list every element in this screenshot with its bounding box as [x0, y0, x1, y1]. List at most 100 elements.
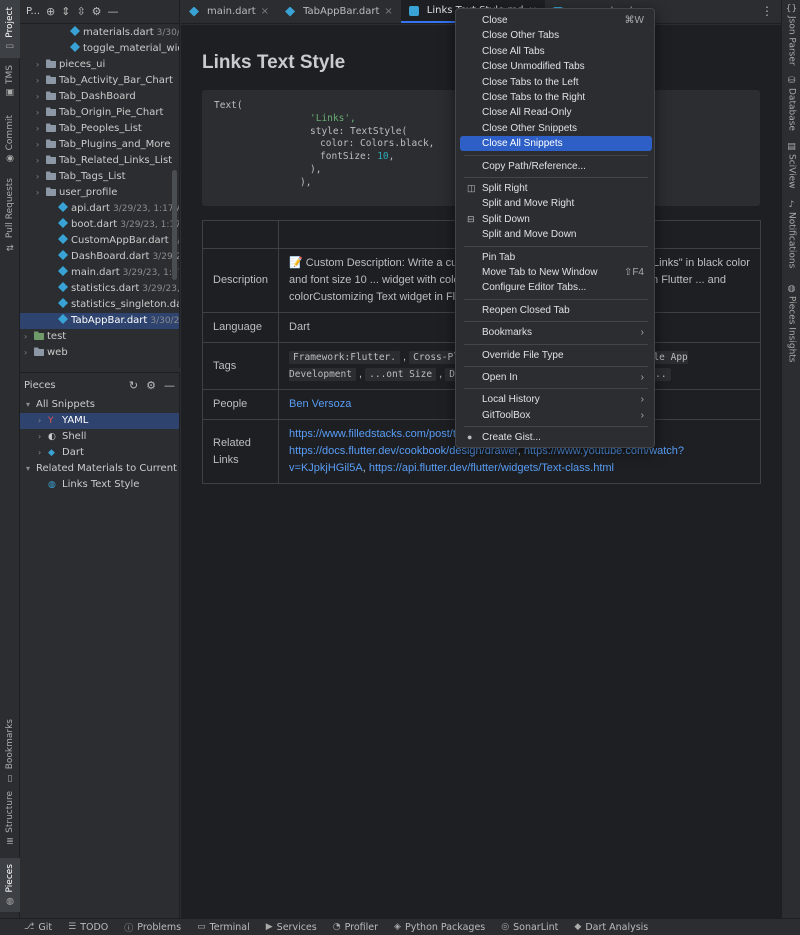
- tab-main-dart[interactable]: main.dart ×: [181, 0, 277, 23]
- tree-folder[interactable]: › Tab_Activity_Bar_Chart: [36, 73, 173, 89]
- tree-file[interactable]: boot.dart3/29/23, 1:17 A: [48, 217, 179, 233]
- tree-folder[interactable]: › pieces_ui: [36, 57, 105, 73]
- tree-folder[interactable]: › Tab_DashBoard: [36, 89, 136, 105]
- menu-item-close-all-snippets[interactable]: Close All Snippets: [460, 136, 652, 152]
- collapse-all-icon[interactable]: ⇳: [76, 5, 85, 18]
- toolwindow-tab-tms[interactable]: ▣ TMS: [0, 60, 20, 102]
- menu-item-open-in[interactable]: Open In ›: [460, 370, 652, 385]
- chevron-right-icon: ›: [36, 140, 40, 149]
- tree-file[interactable]: main.dart3/29/23, 1:17 A: [48, 265, 179, 281]
- people-link[interactable]: Ben Versoza: [289, 398, 351, 410]
- target-icon[interactable]: ⊕: [46, 5, 55, 18]
- toolwindow-button-label: Services: [276, 921, 317, 933]
- refresh-icon[interactable]: ↻: [129, 379, 138, 392]
- tree-file[interactable]: TabAppBar.dart3/30/23: [48, 313, 179, 329]
- gear-icon[interactable]: ⚙: [146, 379, 156, 392]
- tree-folder[interactable]: › Tab_Origin_Pie_Chart: [36, 105, 163, 121]
- problems-icon: ⓘ: [124, 923, 134, 934]
- tab-tabappbar-dart[interactable]: TabAppBar.dart ×: [277, 0, 401, 23]
- menu-item-copy-path-reference[interactable]: Copy Path/Reference...: [460, 159, 652, 174]
- tree-folder[interactable]: › Tab_Plugins_and_More: [36, 137, 170, 153]
- toolwindow-tab-pull-requests[interactable]: ⇄ Pull Requests: [0, 172, 20, 258]
- pieces-tree-item[interactable]: › Y YAML: [38, 413, 88, 429]
- menu-item-close-tabs-to-the-right[interactable]: Close Tabs to the Right: [460, 90, 652, 105]
- code-line: ),: [300, 176, 312, 188]
- toolwindow-button-terminal[interactable]: ▭ Terminal: [197, 922, 250, 933]
- menu-item-close-all-read-only[interactable]: Close All Read-Only: [460, 105, 652, 120]
- tree-folder[interactable]: › Tab_Peoples_List: [36, 121, 142, 137]
- menu-item-split-right[interactable]: ◫ Split Right: [460, 181, 652, 196]
- tree-file[interactable]: api.dart3/29/23, 1:17 AM: [48, 201, 179, 217]
- toolwindow-button-python-packages[interactable]: ◈ Python Packages: [394, 922, 485, 933]
- tree-file[interactable]: toggle_material_widget: [60, 41, 179, 57]
- chevron-right-icon: ›: [640, 409, 644, 421]
- tree-file[interactable]: statistics.dart 3/29/23,: [48, 281, 179, 297]
- pieces-tree-item[interactable]: › ◆ Dart: [38, 445, 84, 461]
- tree-file[interactable]: CustomAppBar.dart3/30: [48, 233, 179, 249]
- menu-item-create-gist[interactable]: ● Create Gist...: [460, 430, 652, 445]
- more-options-icon[interactable]: ⋮: [761, 4, 773, 18]
- toolwindow-tab-pieces-insights[interactable]: ◍ Pieces Insights: [782, 284, 800, 363]
- tree-folder[interactable]: › Tab_Tags_List: [36, 169, 126, 185]
- toolwindow-button-services[interactable]: ▶ Services: [266, 922, 317, 933]
- chevron-right-icon: ›: [640, 372, 644, 383]
- tree-file[interactable]: materials.dart3/30/23,: [60, 25, 179, 41]
- menu-item-split-and-move-right[interactable]: Split and Move Right: [460, 196, 652, 211]
- menu-item-close-tabs-to-the-left[interactable]: Close Tabs to the Left: [460, 75, 652, 90]
- dart-file-icon: [70, 26, 80, 36]
- toolwindow-button-git[interactable]: ⎇ Git: [24, 922, 52, 933]
- menu-item-close-all-tabs[interactable]: Close All Tabs: [460, 44, 652, 59]
- tree-folder[interactable]: › web: [24, 345, 68, 361]
- tree-folder[interactable]: › test: [24, 329, 66, 345]
- menu-item-configure-editor-tabs[interactable]: Configure Editor Tabs...: [460, 280, 652, 295]
- tree-folder[interactable]: › user_profile: [36, 185, 117, 201]
- menu-item-close[interactable]: Close ⌘W: [460, 13, 652, 28]
- toolwindow-tab-pieces[interactable]: ◍ Pieces: [0, 858, 20, 912]
- toolwindow-tab-notifications[interactable]: ♪ Notifications: [782, 200, 800, 268]
- menu-item-pin-tab[interactable]: Pin Tab: [460, 250, 652, 265]
- menu-item-close-other-tabs[interactable]: Close Other Tabs: [460, 28, 652, 43]
- tree-folder[interactable]: › Tab_Related_Links_List: [36, 153, 172, 169]
- toolwindow-button-todo[interactable]: ☰ TODO: [68, 922, 108, 933]
- project-scrollbar[interactable]: [172, 170, 177, 280]
- minimize-icon[interactable]: —: [108, 5, 119, 18]
- toolwindow-button-sonarlint[interactable]: ◎ SonarLint: [501, 922, 558, 933]
- menu-item-close-unmodified-tabs[interactable]: Close Unmodified Tabs: [460, 59, 652, 74]
- close-icon[interactable]: ×: [261, 6, 269, 17]
- chevron-right-icon: ›: [36, 76, 40, 85]
- toolwindow-tab-sciview[interactable]: ▤ SciView: [782, 142, 800, 189]
- toolwindow-tab-commit[interactable]: ◉ Commit: [0, 108, 20, 170]
- tree-file[interactable]: DashBoard.dart3/29/23,: [48, 249, 179, 265]
- menu-item-override-file-type[interactable]: Override File Type: [460, 348, 652, 363]
- toolwindow-tab-structure[interactable]: ≣ Structure: [0, 790, 20, 846]
- pieces-tree-item[interactable]: ▾ Related Materials to Current Sele: [26, 461, 179, 477]
- menu-item-bookmarks[interactable]: Bookmarks ›: [460, 325, 652, 340]
- tree-file[interactable]: statistics_singleton.dart: [48, 297, 179, 313]
- tree-item-label: TabAppBar.dart: [71, 315, 148, 326]
- chevron-right-icon: ›: [36, 60, 40, 69]
- gear-icon[interactable]: ⚙: [92, 5, 102, 18]
- toolwindow-button-profiler[interactable]: ◔ Profiler: [333, 922, 378, 933]
- menu-item-local-history[interactable]: Local History ›: [460, 392, 652, 407]
- project-view-selector[interactable]: P...: [26, 6, 40, 17]
- related-link[interactable]: https://api.flutter.dev/flutter/widgets/…: [369, 462, 614, 474]
- menu-item-close-other-snippets[interactable]: Close Other Snippets: [460, 121, 652, 136]
- toolwindow-tab-bookmarks[interactable]: ▯ Bookmarks: [0, 718, 20, 784]
- minimize-icon[interactable]: —: [164, 379, 175, 392]
- menu-item-move-tab-to-new-window[interactable]: Move Tab to New Window ⇧F4: [460, 265, 652, 280]
- expand-all-icon[interactable]: ⇕: [61, 5, 70, 18]
- pieces-tree-item[interactable]: ◍ Links Text Style: [38, 477, 139, 493]
- close-icon[interactable]: ×: [384, 6, 392, 17]
- menu-item-split-and-move-down[interactable]: Split and Move Down: [460, 227, 652, 242]
- pieces-tree-item[interactable]: › ◐ Shell: [38, 429, 86, 445]
- toolwindow-tab-json-parser[interactable]: {} Json Parser: [782, 4, 800, 66]
- menu-item-reopen-closed-tab[interactable]: Reopen Closed Tab: [460, 303, 652, 318]
- toolwindow-button-dart-analysis[interactable]: ◆ Dart Analysis: [574, 922, 648, 933]
- markdown-icon: [408, 5, 419, 16]
- toolwindow-button-problems[interactable]: ⓘ Problems: [124, 921, 181, 934]
- pieces-tree-item[interactable]: ▾ All Snippets: [26, 397, 95, 413]
- toolwindow-tab-database[interactable]: ⛁ Database: [782, 76, 800, 131]
- menu-item-split-down[interactable]: ⊟ Split Down: [460, 212, 652, 227]
- menu-item-gittoolbox[interactable]: GitToolBox ›: [460, 408, 652, 423]
- toolwindow-tab-project[interactable]: ▭ Project: [0, 0, 20, 58]
